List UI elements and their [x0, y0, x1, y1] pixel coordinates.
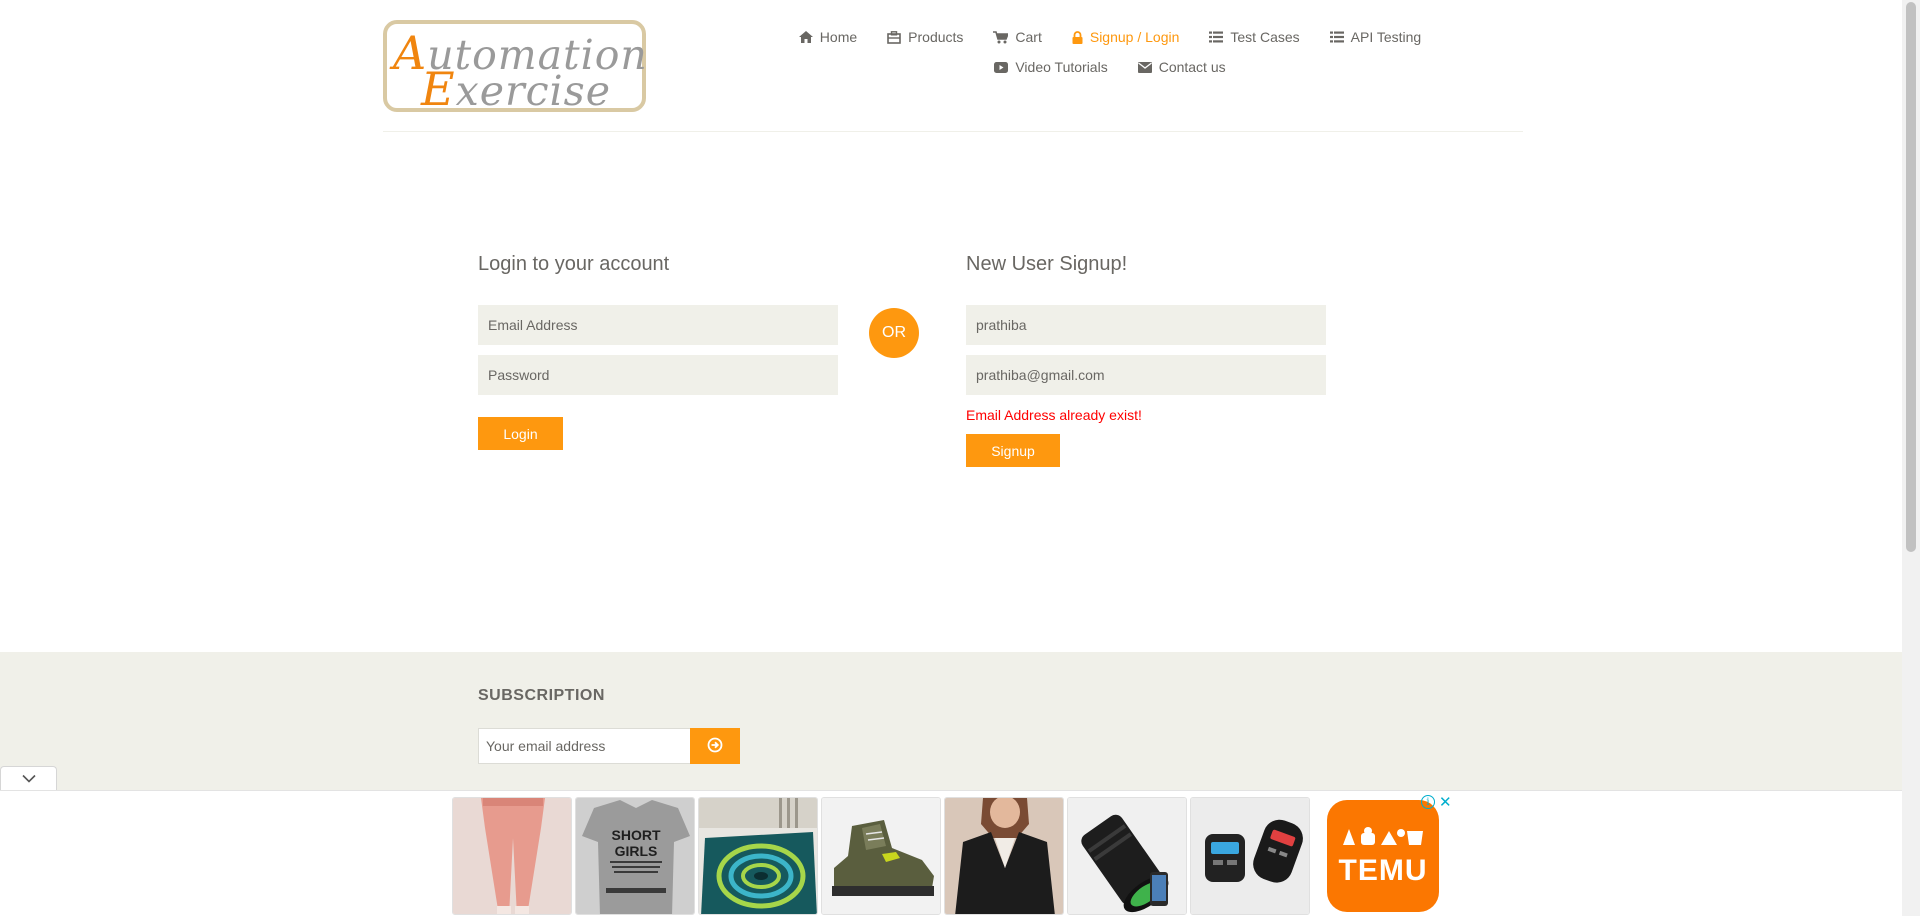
nav-api-testing[interactable]: API Testing: [1315, 28, 1437, 46]
signup-title: New User Signup!: [966, 253, 1128, 275]
lock-icon: [1072, 30, 1083, 44]
ad-tile-monocular[interactable]: [1067, 797, 1187, 915]
site-logo[interactable]: Automation Exercise: [383, 20, 647, 116]
list-icon: [1329, 31, 1344, 43]
leggings-image: [453, 798, 571, 914]
tshirt-image: SHORT GIRLS: [576, 798, 694, 914]
ad-tile-leggings[interactable]: [452, 797, 572, 915]
ad-tile-charger[interactable]: [1190, 797, 1310, 915]
login-button[interactable]: Login: [478, 417, 563, 450]
nav-home[interactable]: Home: [784, 28, 872, 46]
ad-tile-boot[interactable]: [821, 797, 941, 915]
signup-name-input[interactable]: [966, 305, 1326, 345]
youtube-icon: [994, 61, 1009, 73]
nav-contact-us[interactable]: Contact us: [1123, 58, 1241, 76]
home-icon: [798, 31, 813, 43]
signup-button[interactable]: Signup: [966, 434, 1060, 467]
signup-error-message: Email Address already exist!: [966, 407, 1142, 423]
nav-cart[interactable]: Cart: [978, 28, 1056, 46]
nav-video-tutorials[interactable]: Video Tutorials: [979, 58, 1122, 76]
nav-row-1: Home Products Cart Signup / Login Test C…: [780, 28, 1440, 46]
or-divider: OR: [869, 308, 919, 358]
login-password-input[interactable]: [478, 355, 838, 395]
blazer-image: [945, 798, 1063, 914]
svg-text:SHORT: SHORT: [612, 827, 661, 843]
arrow-circle-right-icon: [707, 737, 723, 756]
signup-email-input[interactable]: [966, 355, 1326, 395]
subscription-email-input[interactable]: [478, 728, 691, 764]
cart-icon: [993, 30, 1009, 44]
monocular-image: [1068, 798, 1186, 914]
ad-info-icon[interactable]: i: [1421, 795, 1435, 809]
ad-brand-temu[interactable]: TEMU: [1327, 800, 1439, 912]
list-icon: [1209, 31, 1224, 43]
logo-line-2: Exercise: [421, 62, 611, 116]
rug-image: [699, 798, 817, 914]
boot-image: [822, 798, 940, 914]
envelope-icon: [1137, 61, 1152, 73]
nav-signup-login[interactable]: Signup / Login: [1057, 28, 1195, 46]
products-icon: [887, 30, 901, 44]
nav-row-2: Video Tutorials Contact us: [780, 58, 1440, 76]
nav-products[interactable]: Products: [872, 28, 978, 46]
scrollbar-thumb[interactable]: [1906, 2, 1916, 552]
main-nav: Home Products Cart Signup / Login Test C…: [780, 28, 1440, 76]
ad-collapse-toggle[interactable]: [0, 766, 57, 790]
login-title: Login to your account: [478, 253, 670, 275]
ad-tile-rug[interactable]: [698, 797, 818, 915]
nav-test-cases[interactable]: Test Cases: [1194, 28, 1314, 46]
ad-close-icon[interactable]: ✕: [1439, 793, 1452, 811]
footer: [0, 652, 1902, 792]
header-divider: [383, 131, 1523, 132]
page-scrollbar[interactable]: [1902, 0, 1920, 916]
ad-tile-blazer[interactable]: [944, 797, 1064, 915]
subscription-title: SUBSCRIPTION: [478, 687, 605, 704]
temu-mascots-icon: [1341, 825, 1425, 852]
subscribe-button[interactable]: [690, 728, 740, 764]
chevron-down-icon: [21, 770, 36, 788]
login-email-input[interactable]: [478, 305, 838, 345]
temu-logo-text: TEMU: [1338, 853, 1428, 887]
ad-tile-tshirt[interactable]: SHORT GIRLS: [575, 797, 695, 915]
charger-image: [1191, 798, 1309, 914]
svg-text:GIRLS: GIRLS: [615, 843, 658, 859]
